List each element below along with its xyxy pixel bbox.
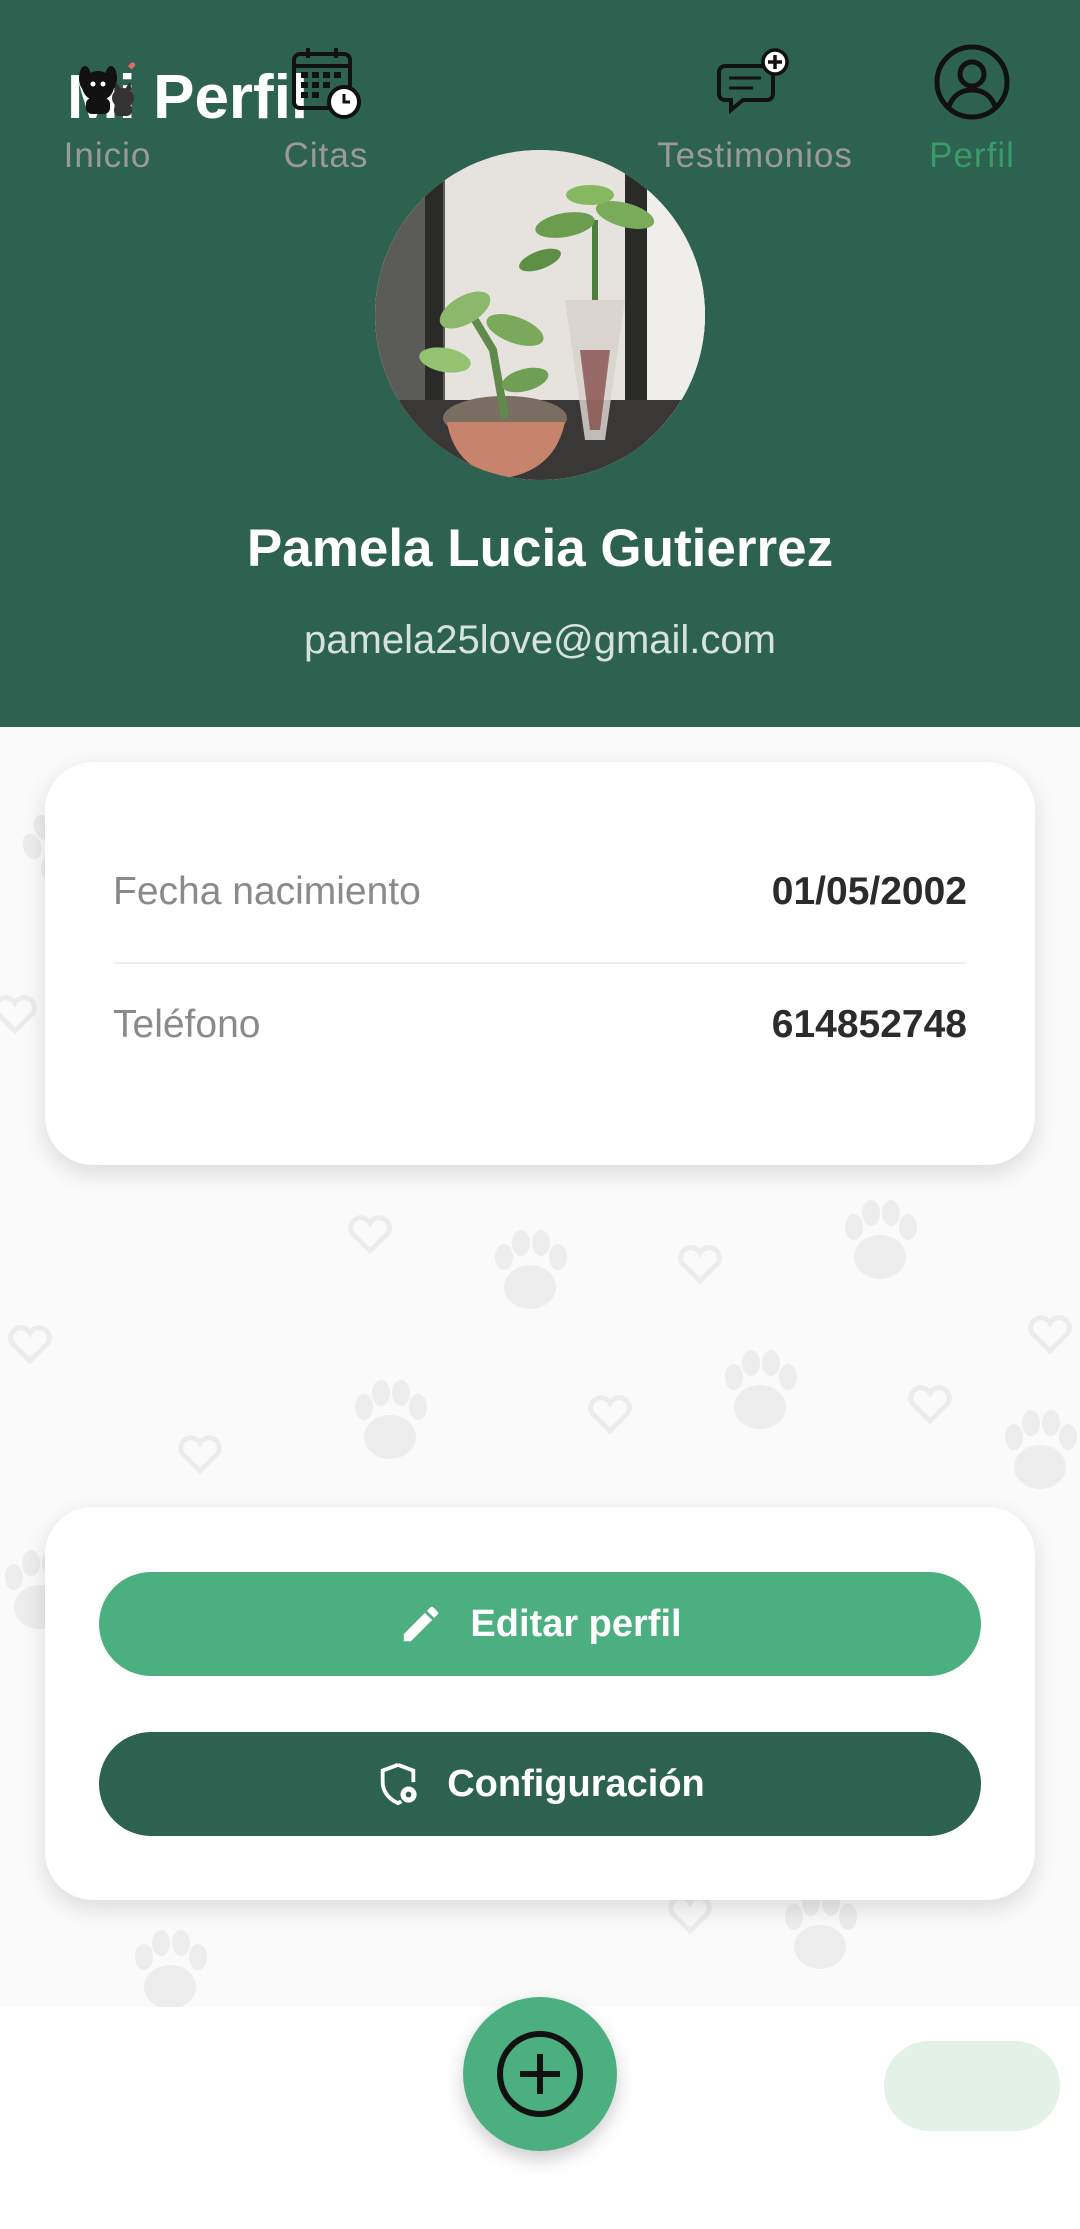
nav-item-citas[interactable]: Citas [262,0,390,222]
pets-icon [78,62,135,116]
pencil-icon [404,1606,439,1642]
birthdate-row: Fecha nacimiento 01/05/2002 [113,837,967,947]
user-circle-icon [934,44,1010,120]
edit-profile-button[interactable]: Editar perfil [99,1572,981,1676]
phone-value: 614852748 [771,1003,967,1046]
phone-row: Teléfono 614852748 [113,970,967,1080]
settings-button[interactable]: Configuración [99,1732,981,1836]
nav-item-testimonios[interactable]: Testimonios [640,0,870,222]
add-circle-icon [497,2031,583,2117]
add-button[interactable] [463,1997,617,2151]
nav-label-perfil: Perfil [929,136,1015,175]
phone-label: Teléfono [113,1003,261,1046]
user-name: Pamela Lucia Gutierrez [246,519,834,578]
user-email: pamela25love@gmail.com [304,618,776,662]
nav-item-perfil[interactable]: Perfil [900,0,1044,222]
nav-label-inicio: Inicio [63,136,152,175]
settings-label: Configuración [447,1762,705,1805]
nav-active-indicator [884,2041,1060,2131]
shield-settings-icon [380,1763,417,1806]
nav-item-inicio[interactable]: Inicio [40,0,175,222]
nav-label-testimonios: Testimonios [657,136,853,175]
chat-plus-icon [717,48,789,115]
divider [113,962,967,964]
calendar-clock-icon [292,48,361,119]
actions-card [45,1507,1035,1900]
birthdate-value: 01/05/2002 [771,870,967,913]
birthdate-label: Fecha nacimiento [113,870,421,913]
edit-profile-label: Editar perfil [470,1602,682,1645]
nav-label-citas: Citas [283,136,369,175]
